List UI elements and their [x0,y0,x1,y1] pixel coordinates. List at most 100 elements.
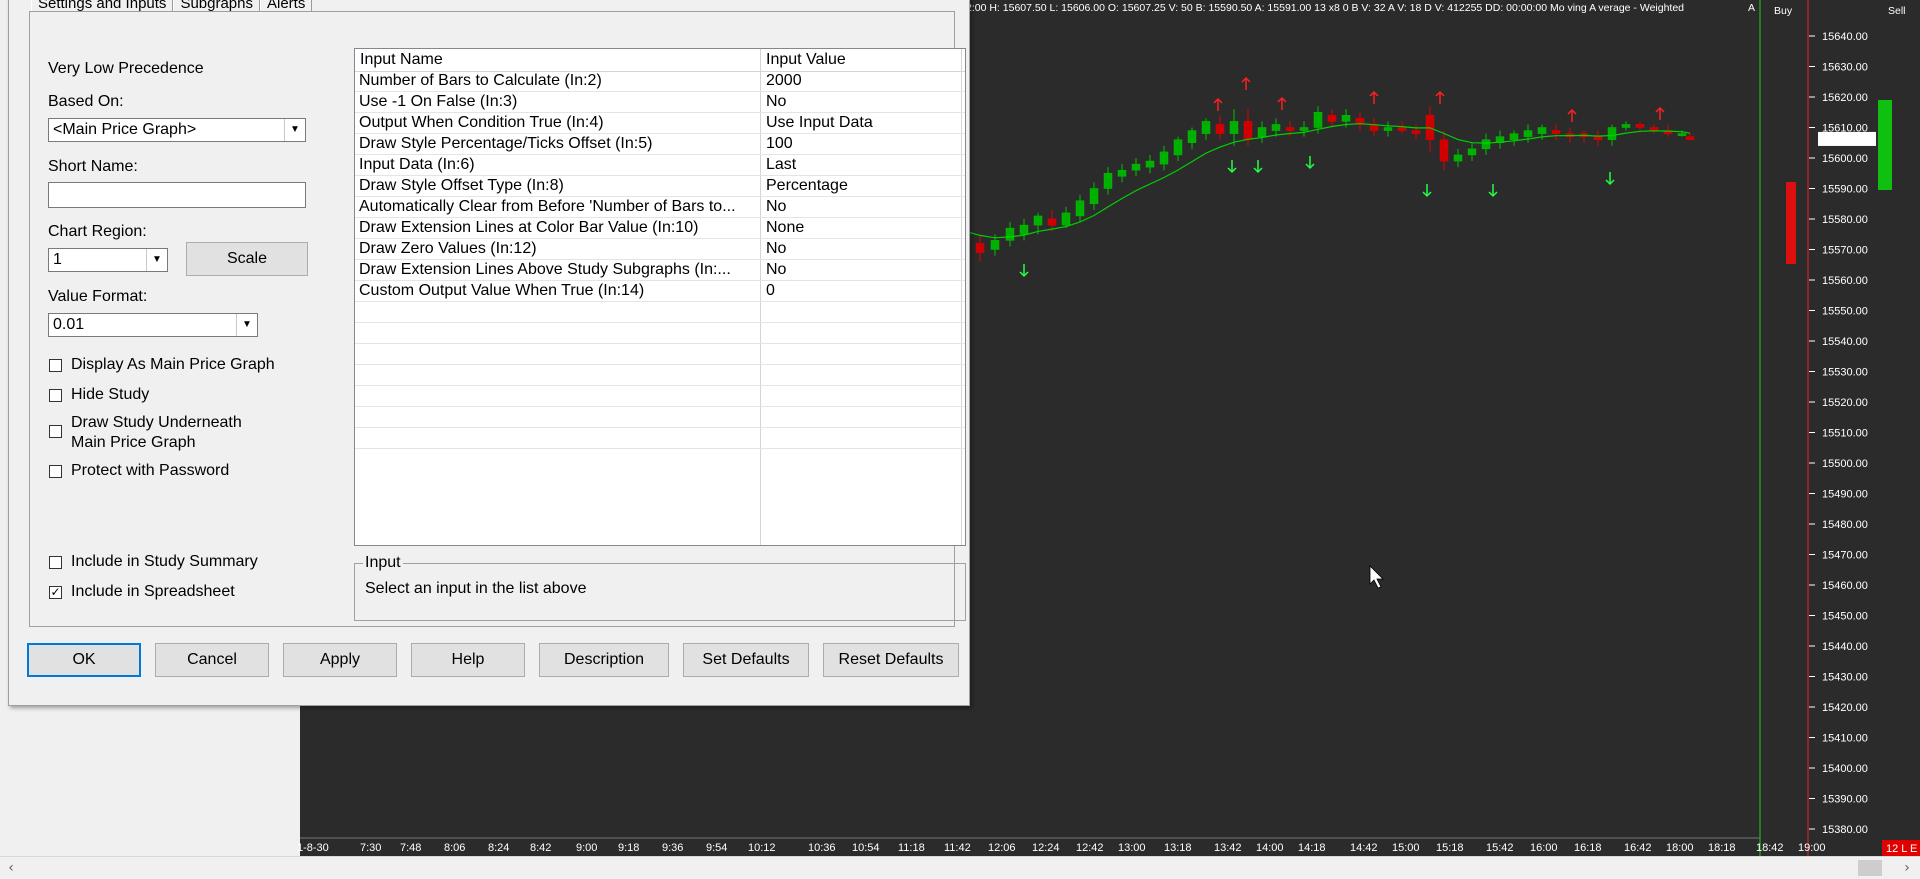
horizontal-scrollbar[interactable]: ‹ › [0,856,1920,879]
table-row[interactable]: Number of Bars to Calculate (In:2) 2000 [355,71,965,92]
table-row[interactable] [355,428,965,449]
scroll-thumb[interactable] [1858,860,1882,876]
input-value-cell[interactable]: 0 [766,282,961,300]
include-study-summary-checkbox[interactable] [49,556,62,569]
time-axis-label: 9:00 [576,842,597,854]
apply-button[interactable]: Apply [283,643,397,677]
protect-password-label: Protect with Password [71,462,230,479]
include-spreadsheet-label: Include in Spreadsheet [71,583,235,600]
input-name-cell: Custom Output Value When True (In:14) [359,282,645,299]
time-axis-label: 8:06 [444,842,465,854]
input-value-cell[interactable]: Last [766,156,961,174]
price-axis-label: 15450.00 [1822,611,1868,623]
value-format-select[interactable]: 0.01 ▼ [48,313,258,337]
buy-depth-bar [1878,100,1892,190]
table-row[interactable]: Use -1 On False (In:3) No [355,92,965,113]
input-value-cell[interactable]: Percentage [766,177,961,195]
table-row[interactable]: Output When Condition True (In:4) Use Inp… [355,113,965,134]
candle-up [1677,133,1687,136]
input-value-cell[interactable]: No [766,240,961,258]
table-row[interactable]: Input Data (In:6) Last [355,155,965,176]
set-defaults-button[interactable]: Set Defaults [683,643,809,677]
input-name-cell: Draw Extension Lines Above Study Subgrap… [359,261,731,278]
time-axis-label: 18:42 [1756,842,1784,854]
candle-down [975,243,985,253]
based-on-select[interactable]: <Main Price Graph> ▼ [48,118,306,142]
scroll-right-icon[interactable]: › [1898,859,1916,877]
chart-region-select[interactable]: 1 ▼ [48,248,168,272]
value-format-value: 0.01 [53,316,85,333]
column-header-input-name[interactable]: Input Name [360,51,443,69]
cancel-button[interactable]: Cancel [155,643,269,677]
candle-down [1047,218,1057,226]
time-axis-label: 9:36 [662,842,683,854]
table-row[interactable] [355,323,965,344]
display-as-main-checkbox[interactable] [49,359,62,372]
candle-up [1313,112,1323,128]
table-row[interactable]: Automatically Clear from Before 'Number … [355,197,965,218]
input-value-cell[interactable]: No [766,261,961,279]
table-row[interactable] [355,344,965,365]
time-axis-label: 14:00 [1256,842,1284,854]
time-axis-label: 7:30 [360,842,381,854]
chart-header-tail: A [1748,2,1755,14]
table-row[interactable] [355,386,965,407]
input-value-cell[interactable]: 100 [766,135,961,153]
input-value-cell[interactable]: None [766,219,961,237]
table-row[interactable] [355,302,965,323]
candle-down [1635,124,1645,128]
help-button[interactable]: Help [411,643,525,677]
protect-password-checkbox[interactable] [49,465,62,478]
chevron-down-icon[interactable]: ▼ [146,249,167,271]
short-name-input[interactable] [48,182,306,208]
buy-label: Buy [1774,5,1793,17]
price-axis-label: 15530.00 [1822,367,1868,379]
grid-header: Input Name Input Value [355,49,965,72]
draw-underneath-line1: Draw Study Underneath [71,414,242,431]
table-row[interactable] [355,365,965,386]
input-value-cell[interactable]: Use Input Data [766,114,961,132]
ok-button[interactable]: OK [27,643,141,677]
chevron-down-icon[interactable]: ▼ [236,314,257,336]
time-axis-label: 16:00 [1530,842,1558,854]
time-axis-label: 15:00 [1392,842,1420,854]
table-row[interactable]: Draw Style Offset Type (In:8) Percentage [355,176,965,197]
time-axis-label: 12:42 [1076,842,1104,854]
draw-underneath-checkbox[interactable] [49,425,62,438]
chevron-down-icon[interactable]: ▼ [284,119,305,141]
candle-up [1019,224,1029,235]
scroll-left-icon[interactable]: ‹ [2,859,20,877]
table-row[interactable]: Draw Style Percentage/Ticks Offset (In:5… [355,134,965,155]
input-value-cell[interactable]: No [766,198,961,216]
include-spreadsheet-checkbox[interactable]: ✓ [49,586,62,599]
scale-button[interactable]: Scale [186,242,308,276]
column-header-input-value[interactable]: Input Value [766,51,846,69]
table-row[interactable] [355,407,965,428]
time-axis-label: 9:54 [706,842,727,854]
inputs-grid[interactable]: Input Name Input Value Number of Bars to… [354,48,966,546]
candle-down [1685,136,1695,140]
candle-up [1229,121,1239,134]
candle-up [1607,127,1617,140]
draw-underneath-label: Draw Study Underneath Main Price Graph [71,413,242,453]
price-axis-label: 15390.00 [1822,794,1868,806]
candle-up [1271,124,1281,131]
input-value-cell[interactable]: No [766,93,961,111]
input-name-cell: Draw Style Offset Type (In:8) [359,177,564,194]
value-format-label: Value Format: [48,288,148,305]
candle-up [1523,130,1533,137]
reset-defaults-button[interactable]: Reset Defaults [823,643,959,677]
description-button[interactable]: Description [539,643,669,677]
candle-up [1509,133,1519,140]
dom-column-background [1760,0,1808,856]
hide-study-checkbox[interactable] [49,389,62,402]
input-name-cell: Output When Condition True (In:4) [359,114,604,131]
table-row[interactable]: Custom Output Value When True (In:14) 0 [355,281,965,302]
input-value-cell[interactable]: 2000 [766,72,961,90]
based-on-value: <Main Price Graph> [53,121,197,138]
table-row[interactable]: Draw Extension Lines Above Study Subgrap… [355,260,965,281]
table-row[interactable]: Draw Extension Lines at Color Bar Value … [355,218,965,239]
table-row[interactable]: Draw Zero Values (In:12) No [355,239,965,260]
background-window-edge [0,0,8,540]
price-axis-label: 15510.00 [1822,428,1868,440]
